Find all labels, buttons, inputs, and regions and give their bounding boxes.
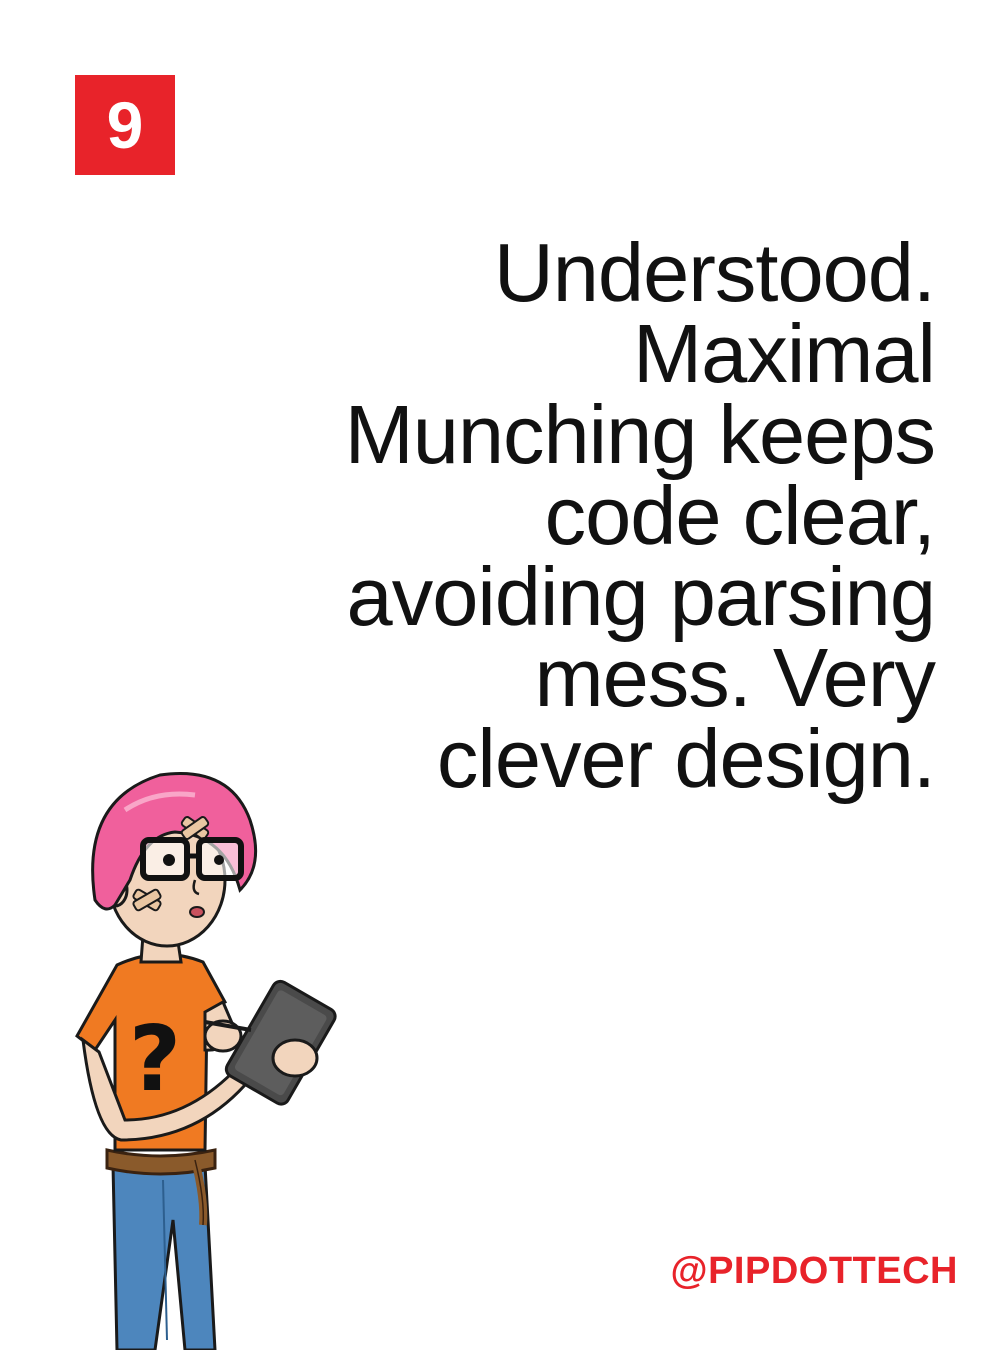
quote-line: Maximal [633, 307, 936, 400]
page-number-badge: 9 [75, 75, 175, 175]
character-with-tablet-illustration: ? [75, 772, 337, 1350]
quote-line: mess. Very [534, 631, 936, 724]
quote-line: Munching keeps [344, 388, 936, 481]
quote-line: avoiding parsing [346, 550, 936, 643]
quote-line: clever design. [436, 712, 936, 805]
page-number: 9 [106, 88, 144, 162]
svg-text:?: ? [129, 1007, 181, 1112]
quote-line: Understood. [493, 226, 936, 319]
quote-line: code clear, [544, 469, 936, 562]
quote-text: Understood. Maximal Munching keeps code … [295, 226, 936, 805]
social-handle: @PIPDOTTECH [670, 1250, 958, 1292]
